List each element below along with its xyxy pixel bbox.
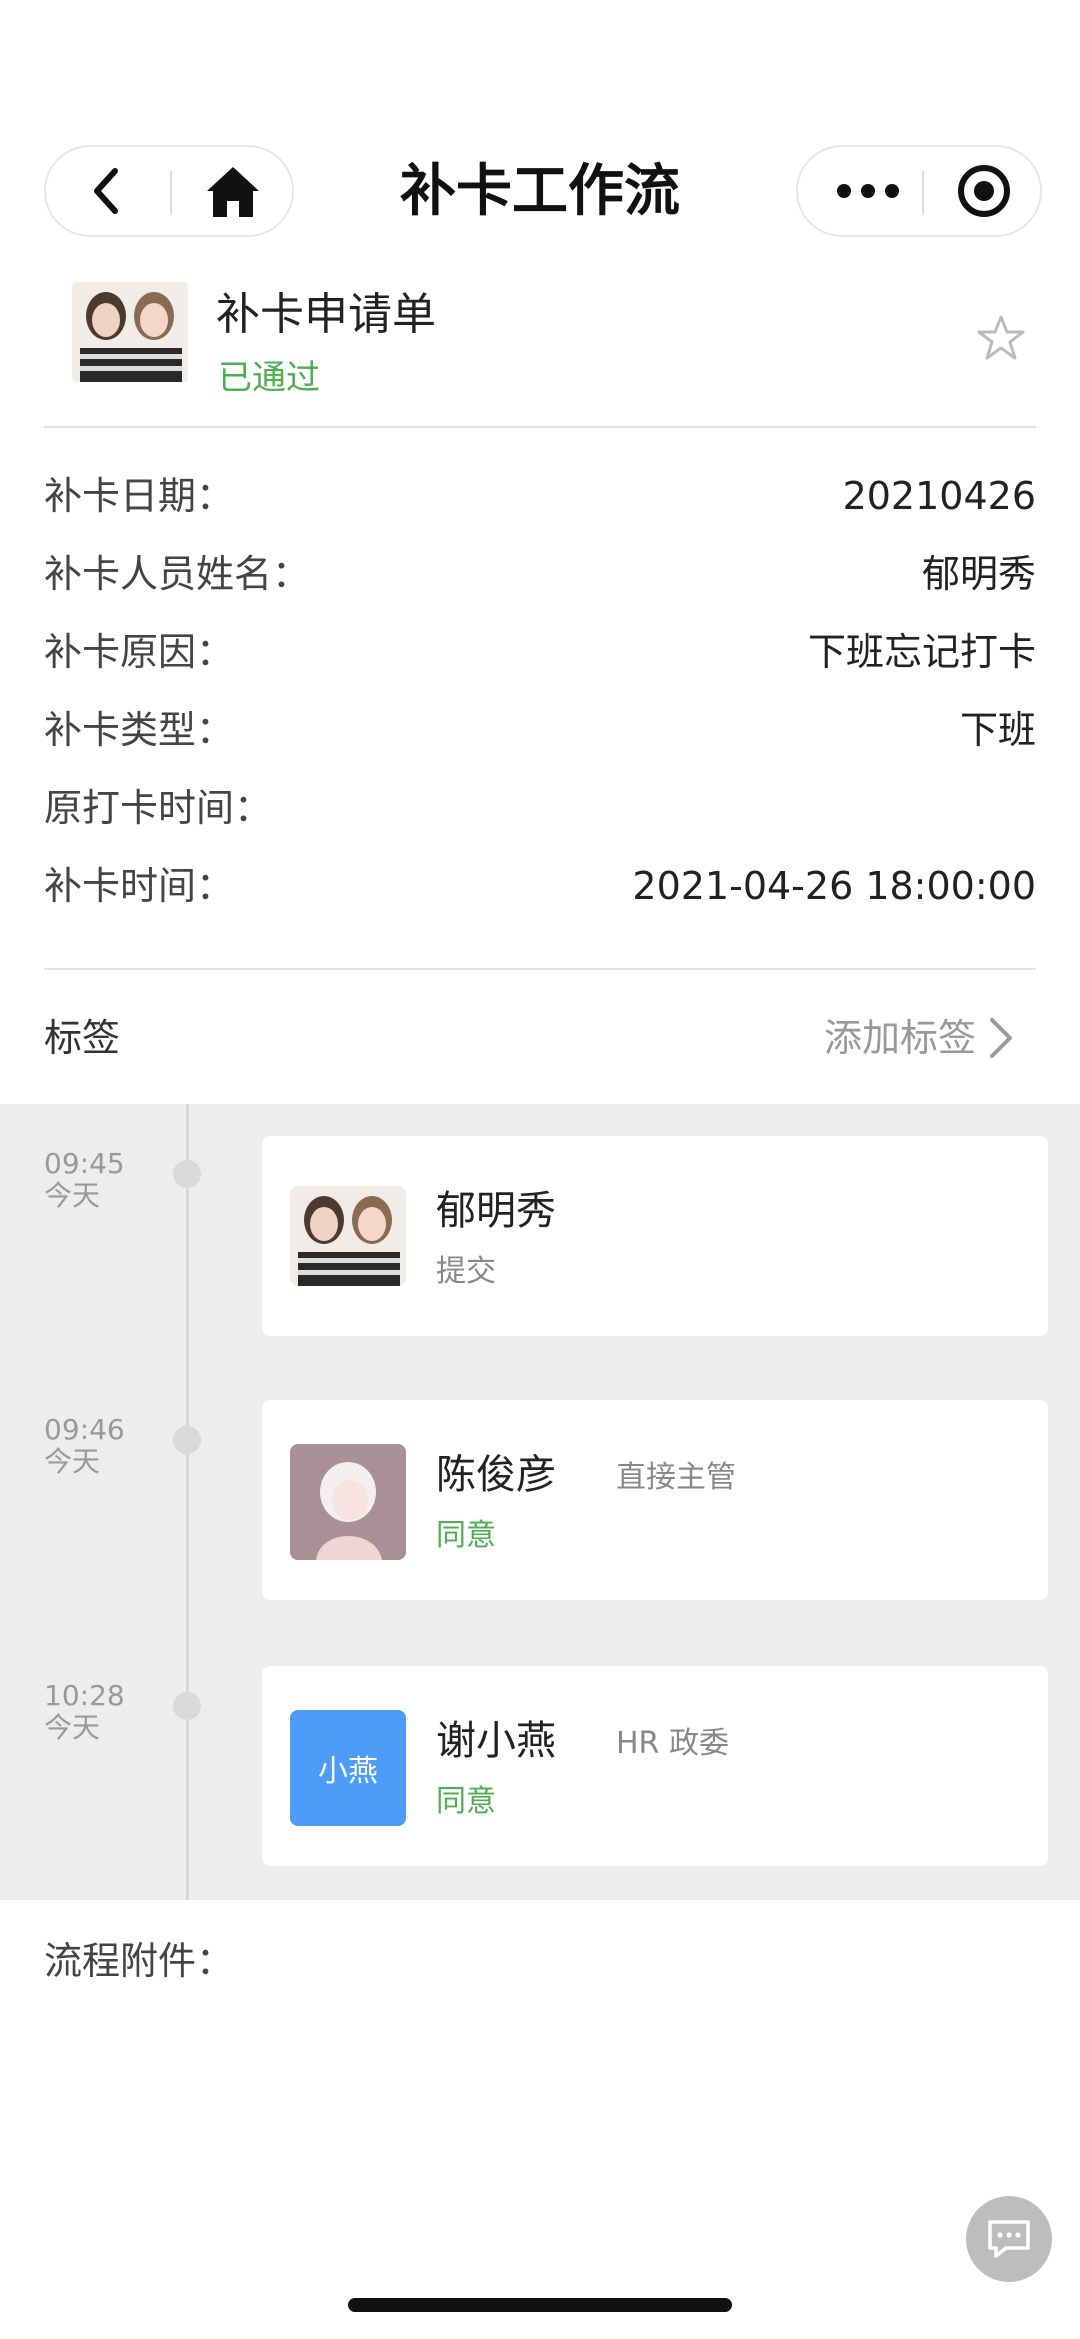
- form-header: 补卡申请单 已通过: [0, 270, 1080, 430]
- close-target-icon: [958, 165, 1010, 217]
- detail-label: 原打卡时间：: [44, 786, 273, 830]
- timeline-card[interactable]: 小燕 谢小燕 HR 政委 同意: [262, 1666, 1048, 1866]
- navigation-bar: 补卡工作流: [0, 0, 1080, 260]
- timeline-dot: [173, 1160, 201, 1188]
- timeline-dot: [173, 1426, 201, 1454]
- approver-name: 陈俊彦: [436, 1452, 556, 1498]
- back-icon: [94, 168, 118, 214]
- approver-role: HR 政委: [616, 1726, 729, 1761]
- tags-row[interactable]: 标签 添加标签: [44, 1000, 1036, 1076]
- timeline-day: 今天: [44, 1179, 101, 1212]
- approver-name: 郁明秀: [436, 1188, 556, 1234]
- timeline-clock: 09:45: [44, 1147, 125, 1180]
- approval-action: 同意: [436, 1784, 496, 1819]
- timeline-card[interactable]: 陈俊彦 直接主管 同意: [262, 1400, 1048, 1600]
- detail-row-reason: 补卡原因： 下班忘记打卡: [44, 620, 1036, 684]
- detail-label: 补卡人员姓名：: [44, 552, 311, 596]
- chat-icon: [988, 2220, 1030, 2258]
- add-tag-link[interactable]: 添加标签: [824, 1000, 976, 1076]
- approver-role: 直接主管: [616, 1460, 736, 1495]
- timeline-day: 今天: [44, 1711, 101, 1744]
- timeline-time: 09:46 今天: [44, 1414, 125, 1478]
- nav-right-capsule: [796, 145, 1042, 237]
- timeline-line: [186, 1104, 189, 1900]
- attachments-label: 流程附件：: [44, 1939, 235, 1983]
- detail-label: 补卡类型：: [44, 708, 235, 752]
- home-button[interactable]: [180, 147, 286, 235]
- detail-value: 2021-04-26 18:00:00: [632, 864, 1036, 908]
- approval-action: 提交: [436, 1254, 496, 1289]
- status-badge: 已通过: [218, 358, 320, 398]
- nav-left-capsule: [44, 145, 294, 237]
- capsule-separator: [922, 171, 924, 215]
- approval-action: 同意: [436, 1518, 496, 1553]
- detail-row-original-time: 原打卡时间：: [44, 776, 1036, 840]
- home-icon: [207, 167, 259, 217]
- tags-label: 标签: [44, 1016, 121, 1060]
- detail-row-date: 补卡日期： 20210426: [44, 464, 1036, 528]
- detail-row-type: 补卡类型： 下班: [44, 698, 1036, 762]
- close-button[interactable]: [932, 147, 1036, 235]
- approval-timeline: 09:45 今天 郁明秀 提交 09:46 今天 陈俊彦 直接主管 同意 10:…: [0, 1104, 1080, 1900]
- detail-value: 下班: [959, 708, 1036, 752]
- timeline-time: 09:45 今天: [44, 1148, 125, 1212]
- avatar: [290, 1444, 406, 1560]
- detail-label: 补卡日期：: [44, 474, 235, 518]
- timeline-clock: 09:46: [44, 1413, 125, 1446]
- favorite-button[interactable]: [976, 314, 1026, 366]
- back-button[interactable]: [64, 147, 150, 235]
- avatar: 小燕: [290, 1710, 406, 1826]
- timeline-clock: 10:28: [44, 1679, 125, 1712]
- detail-row-name: 补卡人员姓名： 郁明秀: [44, 542, 1036, 606]
- detail-value: 20210426: [842, 474, 1036, 518]
- timeline-dot: [173, 1692, 201, 1720]
- capsule-separator: [170, 171, 172, 215]
- details-divider: [44, 968, 1036, 970]
- star-icon: [977, 315, 1025, 360]
- more-icon: [837, 184, 899, 198]
- detail-label: 补卡时间：: [44, 864, 235, 908]
- page-title: 补卡工作流: [400, 159, 680, 224]
- home-indicator: [348, 2298, 732, 2312]
- detail-label: 补卡原因：: [44, 630, 235, 674]
- applicant-avatar: [72, 282, 188, 382]
- detail-row-makeup-time: 补卡时间： 2021-04-26 18:00:00: [44, 854, 1036, 918]
- header-divider: [44, 426, 1036, 428]
- more-button[interactable]: [818, 147, 918, 235]
- detail-value: 郁明秀: [921, 552, 1036, 596]
- detail-value: 下班忘记打卡: [807, 630, 1036, 674]
- chat-float-button[interactable]: [966, 2196, 1052, 2282]
- avatar: [290, 1186, 406, 1286]
- form-title: 补卡申请单: [216, 289, 436, 340]
- chevron-right-icon: [990, 1018, 1012, 1058]
- timeline-time: 10:28 今天: [44, 1680, 125, 1744]
- approver-name: 谢小燕: [436, 1718, 556, 1764]
- timeline-card[interactable]: 郁明秀 提交: [262, 1136, 1048, 1336]
- timeline-day: 今天: [44, 1445, 101, 1478]
